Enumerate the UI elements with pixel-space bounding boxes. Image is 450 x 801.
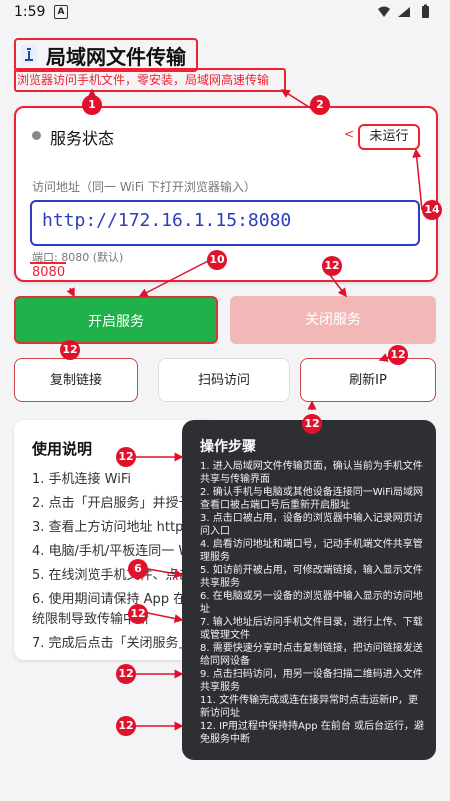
annotation-badge: 12 (302, 414, 322, 434)
annotation-badge: 12 (116, 664, 136, 684)
annotation-badge: 12 (388, 345, 408, 365)
annotation-badge: 12 (116, 447, 136, 467)
annotation-badge: 12 (60, 340, 80, 360)
annotation-arrows (65, 88, 423, 731)
annotation-badge: 2 (310, 95, 330, 115)
annotation-badge: 1 (82, 95, 102, 115)
annotation-badge: 12 (322, 256, 342, 276)
annotation-badge: 12 (128, 604, 148, 624)
annotation-badge: 10 (207, 250, 227, 270)
annotation-badge: 12 (116, 716, 136, 736)
annotation-badge: 14 (422, 200, 442, 220)
